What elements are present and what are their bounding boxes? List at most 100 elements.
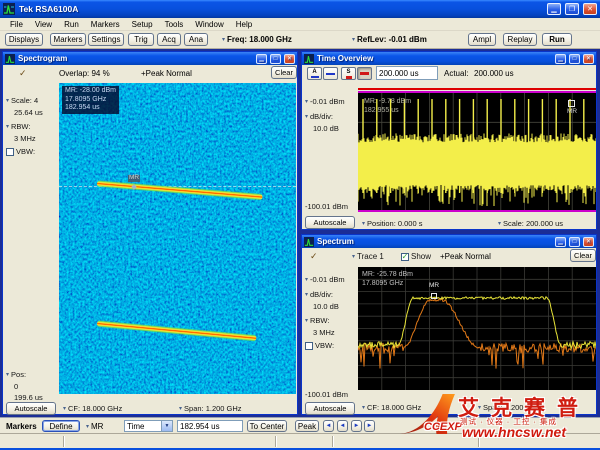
overview-ref-top[interactable]: ▾-0.01 dBm bbox=[305, 97, 345, 106]
run-button[interactable]: Run bbox=[542, 33, 572, 46]
spectrum-clear-button[interactable]: Clear bbox=[570, 249, 596, 262]
displays-button[interactable]: Displays bbox=[5, 33, 43, 46]
spectrogram-vbw-control[interactable]: VBW: bbox=[6, 147, 35, 156]
close-button[interactable]: ✕ bbox=[583, 3, 597, 15]
status-separator bbox=[275, 436, 276, 447]
time-overview-titlebar: Time Overview ▁ □ ✕ bbox=[302, 52, 596, 65]
overview-scale-control[interactable]: ▾Scale: 200.000 us bbox=[498, 219, 563, 228]
spectrogram-plot[interactable]: MR MR: -28.00 dBm 17.8095 GHz 182.954 us bbox=[59, 83, 296, 394]
overlap-label[interactable]: Overlap: 94 % bbox=[59, 69, 110, 78]
menu-setup[interactable]: Setup bbox=[126, 20, 159, 29]
marker-right-button[interactable]: ► bbox=[351, 420, 362, 432]
panel-maximize-button[interactable]: □ bbox=[569, 237, 580, 247]
spectrum-plot[interactable]: MR: -25.78 dBm 17.8095 GHz MR bbox=[358, 267, 596, 390]
vbw-checkbox[interactable] bbox=[305, 342, 313, 350]
settings-button[interactable]: Settings bbox=[88, 33, 124, 46]
panel-minimize-button[interactable]: ▁ bbox=[555, 54, 566, 64]
marker-left-button[interactable]: ◄ bbox=[337, 420, 348, 432]
status-separator bbox=[63, 436, 64, 447]
menu-tools[interactable]: Tools bbox=[159, 20, 190, 29]
panel-close-button[interactable]: ✕ bbox=[583, 237, 594, 247]
dropdown-arrow-icon: ▾ bbox=[478, 405, 481, 411]
marker-peak-left-button[interactable]: ◄ bbox=[323, 420, 334, 432]
spectrogram-clear-button[interactable]: Clear bbox=[271, 66, 297, 79]
spectrum-title: Spectrum bbox=[317, 237, 552, 246]
spectrum-rbw-control[interactable]: ▾RBW: bbox=[305, 316, 329, 325]
peak-button[interactable]: Peak bbox=[295, 420, 319, 432]
detection-label[interactable]: +Peak Normal bbox=[440, 252, 491, 261]
ana-button[interactable]: Ana bbox=[184, 33, 208, 46]
define-button[interactable]: Define bbox=[42, 420, 80, 432]
spectrogram-cf-control[interactable]: ▾CF: 18.000 GHz bbox=[63, 404, 122, 413]
marker-peak-right-button[interactable]: ► bbox=[364, 420, 375, 432]
detection-label[interactable]: +Peak Normal bbox=[141, 69, 192, 78]
spectrogram-title: Spectrogram bbox=[18, 54, 253, 63]
analysis-s-button[interactable]: S bbox=[341, 67, 356, 80]
spectrum-dbdiv-value: 10.0 dB bbox=[313, 302, 339, 311]
menu-window[interactable]: Window bbox=[189, 20, 229, 29]
overview-position-control[interactable]: ▾Position: 0.000 s bbox=[362, 219, 422, 228]
reflev-control[interactable]: ▾RefLev: -0.01 dBm bbox=[352, 35, 427, 44]
menu-view[interactable]: View bbox=[29, 20, 58, 29]
markers-button[interactable]: Markers bbox=[50, 33, 86, 46]
spectrogram-scale-control[interactable]: ▾Scale: 4 bbox=[6, 96, 38, 105]
overview-autoscale-button[interactable]: Autoscale bbox=[305, 216, 355, 229]
replay-button[interactable]: Replay bbox=[503, 33, 537, 46]
analysis-length-button[interactable] bbox=[357, 67, 372, 80]
restore-button[interactable]: ❐ bbox=[565, 3, 579, 15]
show-checkbox[interactable]: ✓ bbox=[401, 253, 409, 261]
spectrum-span-control[interactable]: ▾Span: 1.200 GHz bbox=[478, 403, 541, 412]
overview-line-button[interactable] bbox=[323, 67, 338, 80]
menu-markers[interactable]: Markers bbox=[85, 20, 126, 29]
panel-close-button[interactable]: ✕ bbox=[284, 54, 295, 64]
trig-button[interactable]: Trig bbox=[128, 33, 154, 46]
dropdown-arrow-icon: ▾ bbox=[305, 99, 308, 105]
vbw-checkbox[interactable] bbox=[6, 148, 14, 156]
panel-maximize-button[interactable]: □ bbox=[569, 54, 580, 64]
panel-maximize-button[interactable]: □ bbox=[270, 54, 281, 64]
marker-enabled-check-icon[interactable]: ✓ bbox=[310, 251, 318, 262]
menu-help[interactable]: Help bbox=[230, 20, 258, 29]
trace-select[interactable]: ▾Trace 1 bbox=[352, 252, 384, 261]
panel-minimize-button[interactable]: ▁ bbox=[555, 237, 566, 247]
marker-box-icon[interactable] bbox=[431, 293, 437, 299]
spectrogram-pos-value: 0 bbox=[14, 382, 18, 391]
spectrogram-rbw-control[interactable]: ▾RBW: bbox=[6, 122, 30, 131]
spectrum-dbdiv-control[interactable]: ▾dB/div: bbox=[305, 290, 333, 299]
analysis-length-input[interactable] bbox=[376, 66, 438, 80]
spectrum-ref-top[interactable]: ▾-0.01 dBm bbox=[305, 275, 345, 284]
overview-amplitude-button[interactable]: A bbox=[307, 67, 322, 80]
panel-minimize-button[interactable]: ▁ bbox=[256, 54, 267, 64]
show-control[interactable]: ✓Show bbox=[401, 252, 431, 261]
spectrogram-autoscale-button[interactable]: Autoscale bbox=[6, 402, 56, 415]
marker-position-input[interactable] bbox=[177, 420, 243, 432]
acq-button[interactable]: Acq bbox=[157, 33, 181, 46]
marker-mr-label[interactable]: MR bbox=[128, 175, 140, 182]
marker-enabled-check-icon[interactable]: ✓ bbox=[19, 68, 27, 79]
spectrum-autoscale-button[interactable]: Autoscale bbox=[305, 402, 355, 415]
spectrum-titlebar: Spectrum ▁ □ ✕ bbox=[302, 235, 596, 248]
markers-bar-label: Markers bbox=[6, 422, 37, 431]
menu-file[interactable]: File bbox=[4, 20, 29, 29]
marker-select-control[interactable]: ▾MR bbox=[86, 422, 103, 431]
spectrogram-pos-control[interactable]: ▾Pos: bbox=[6, 370, 26, 379]
time-overview-plot[interactable]: MR: -9.78 dBm 182.955 us MR bbox=[358, 93, 596, 210]
analysis-range-bar bbox=[358, 88, 596, 90]
panel-close-button[interactable]: ✕ bbox=[583, 54, 594, 64]
menu-run[interactable]: Run bbox=[58, 20, 85, 29]
dropdown-arrow-icon: ▾ bbox=[222, 37, 225, 43]
spectrum-vbw-control[interactable]: VBW: bbox=[305, 341, 334, 350]
dropdown-arrow-icon: ▾ bbox=[305, 318, 308, 324]
select-arrow-icon[interactable]: ▼ bbox=[161, 421, 172, 431]
marker-domain-select[interactable]: Time▼ bbox=[124, 420, 173, 432]
ampl-button[interactable]: Ampl bbox=[468, 33, 496, 46]
marker-box-icon[interactable] bbox=[568, 100, 575, 107]
minimize-button[interactable]: ▁ bbox=[547, 3, 561, 15]
spectrogram-span-control[interactable]: ▾Span: 1.200 GHz bbox=[179, 404, 242, 413]
overview-dbdiv-control[interactable]: ▾dB/div: bbox=[305, 112, 333, 121]
dropdown-arrow-icon: ▾ bbox=[352, 37, 355, 43]
freq-control[interactable]: ▾Freq: 18.000 GHz bbox=[222, 35, 292, 44]
spectrogram-pos-time: 199.6 us bbox=[14, 393, 43, 402]
to-center-button[interactable]: To Center bbox=[247, 420, 287, 432]
spectrum-cf-control[interactable]: ▾CF: 18.000 GHz bbox=[362, 403, 421, 412]
